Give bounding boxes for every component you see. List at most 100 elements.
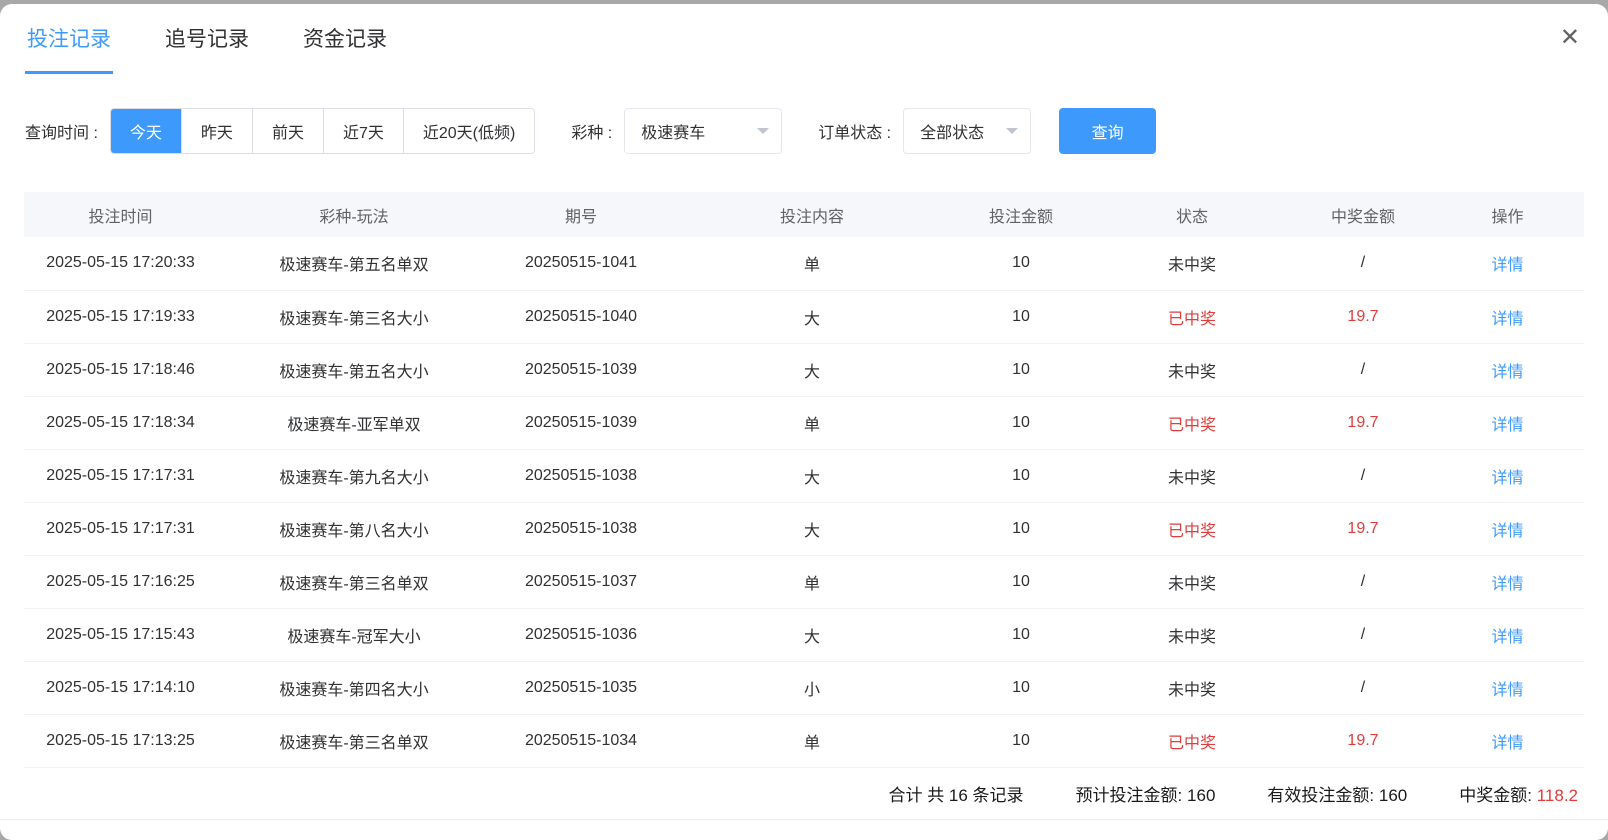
cell-game-play: 极速赛车-第三名大小 [217, 290, 491, 343]
details-link[interactable]: 详情 [1491, 735, 1523, 752]
time-filter-group: 今天 昨天 前天 近7天 近20天(低频) [110, 108, 535, 154]
col-header-actions: 操作 [1431, 192, 1584, 237]
close-icon[interactable]: ✕ [1560, 26, 1580, 50]
cell-issue: 20250515-1035 [491, 661, 671, 714]
order-status-select[interactable]: 全部状态 [903, 108, 1031, 154]
time-filter-label: 查询时间 : [25, 119, 98, 143]
cell-game-play: 极速赛车-第三名单双 [217, 555, 491, 608]
cell-status: 已中奖 [1089, 290, 1295, 343]
cell-content: 大 [671, 502, 953, 555]
details-link[interactable]: 详情 [1491, 523, 1523, 540]
col-header-game-play: 彩种-玩法 [217, 192, 491, 237]
time-option-last-20-days[interactable]: 近20天(低频) [403, 109, 534, 153]
cell-actions: 详情 [1431, 608, 1584, 661]
cell-issue: 20250515-1036 [491, 608, 671, 661]
cell-content: 小 [671, 661, 953, 714]
cell-prize: / [1295, 449, 1431, 502]
betting-records-modal: 投注记录 追号记录 资金记录 ✕ 查询时间 : 今天 昨天 前天 近7天 近20… [0, 4, 1608, 840]
cell-status: 已中奖 [1089, 502, 1295, 555]
tab-betting-records[interactable]: 投注记录 [25, 4, 113, 74]
cell-amount: 10 [953, 608, 1089, 661]
cell-content: 单 [671, 237, 953, 290]
details-link[interactable]: 详情 [1491, 417, 1523, 434]
summary-valid-label: 有效投注金额: [1267, 786, 1374, 805]
table-row: 2025-05-15 17:17:31 极速赛车-第八名大小 20250515-… [24, 502, 1584, 555]
tab-chase-records[interactable]: 追号记录 [163, 4, 251, 74]
table-row: 2025-05-15 17:19:33 极速赛车-第三名大小 20250515-… [24, 290, 1584, 343]
cell-game-play: 极速赛车-第五名单双 [217, 237, 491, 290]
order-status-select-label: 订单状态 : [818, 119, 891, 143]
details-link[interactable]: 详情 [1491, 682, 1523, 699]
tab-bar: 投注记录 追号记录 资金记录 ✕ [0, 4, 1608, 74]
table-header-row: 投注时间 彩种-玩法 期号 投注内容 投注金额 状态 中奖金额 操作 [24, 192, 1584, 237]
time-option-today[interactable]: 今天 [111, 109, 181, 153]
records-table: 投注时间 彩种-玩法 期号 投注内容 投注金额 状态 中奖金额 操作 2025-… [24, 192, 1584, 768]
cell-game-play: 极速赛车-亚军单双 [217, 396, 491, 449]
cell-game-play: 极速赛车-第三名单双 [217, 714, 491, 767]
cell-amount: 10 [953, 449, 1089, 502]
cell-actions: 详情 [1431, 714, 1584, 767]
cell-prize: / [1295, 237, 1431, 290]
lottery-select[interactable]: 极速赛车 [624, 108, 782, 154]
table-row: 2025-05-15 17:20:33 极速赛车-第五名单双 20250515-… [24, 237, 1584, 290]
cell-bet-time: 2025-05-15 17:18:46 [24, 343, 217, 396]
col-header-bet-time: 投注时间 [24, 192, 217, 237]
cell-amount: 10 [953, 502, 1089, 555]
search-button[interactable]: 查询 [1059, 108, 1156, 154]
cell-actions: 详情 [1431, 555, 1584, 608]
summary-valid-amount: 有效投注金额: 160 [1267, 781, 1407, 806]
details-link[interactable]: 详情 [1491, 311, 1523, 328]
filter-row: 查询时间 : 今天 昨天 前天 近7天 近20天(低频) 彩种 : 极速赛车 订… [25, 108, 1608, 154]
cell-status: 已中奖 [1089, 396, 1295, 449]
cell-issue: 20250515-1037 [491, 555, 671, 608]
cell-status: 未中奖 [1089, 237, 1295, 290]
cell-game-play: 极速赛车-第四名大小 [217, 661, 491, 714]
cell-prize: / [1295, 555, 1431, 608]
cell-content: 大 [671, 608, 953, 661]
summary-prize-value: 118.2 [1537, 786, 1578, 805]
cell-bet-time: 2025-05-15 17:15:43 [24, 608, 217, 661]
cell-amount: 10 [953, 661, 1089, 714]
details-link[interactable]: 详情 [1491, 576, 1523, 593]
cell-bet-time: 2025-05-15 17:20:33 [24, 237, 217, 290]
cell-actions: 详情 [1431, 449, 1584, 502]
cell-prize: / [1295, 608, 1431, 661]
cell-status: 未中奖 [1089, 555, 1295, 608]
table-body: 2025-05-15 17:20:33 极速赛车-第五名单双 20250515-… [24, 237, 1584, 767]
cell-bet-time: 2025-05-15 17:17:31 [24, 502, 217, 555]
lottery-select-value: 极速赛车 [641, 119, 705, 143]
cell-content: 单 [671, 396, 953, 449]
cell-issue: 20250515-1040 [491, 290, 671, 343]
cell-bet-time: 2025-05-15 17:14:10 [24, 661, 217, 714]
tab-fund-records[interactable]: 资金记录 [301, 4, 389, 74]
cell-status: 未中奖 [1089, 661, 1295, 714]
cell-issue: 20250515-1034 [491, 714, 671, 767]
order-status-select-value: 全部状态 [920, 119, 984, 143]
col-header-content: 投注内容 [671, 192, 953, 237]
cell-actions: 详情 [1431, 237, 1584, 290]
cell-prize: / [1295, 661, 1431, 714]
details-link[interactable]: 详情 [1491, 364, 1523, 381]
col-header-prize: 中奖金额 [1295, 192, 1431, 237]
cell-issue: 20250515-1038 [491, 449, 671, 502]
cell-status: 未中奖 [1089, 608, 1295, 661]
summary-expected-label: 预计投注金额: [1076, 786, 1183, 805]
cell-status: 未中奖 [1089, 449, 1295, 502]
summary-expected-value: 160 [1187, 786, 1215, 805]
details-link[interactable]: 详情 [1491, 257, 1523, 274]
cell-issue: 20250515-1039 [491, 343, 671, 396]
time-option-day-before[interactable]: 前天 [252, 109, 323, 153]
table-row: 2025-05-15 17:18:46 极速赛车-第五名大小 20250515-… [24, 343, 1584, 396]
details-link[interactable]: 详情 [1491, 629, 1523, 646]
time-option-yesterday[interactable]: 昨天 [181, 109, 252, 153]
summary-prize-label: 中奖金额: [1459, 786, 1532, 805]
summary-valid-value: 160 [1379, 786, 1407, 805]
cell-actions: 详情 [1431, 502, 1584, 555]
cell-prize: 19.7 [1295, 502, 1431, 555]
table-row: 2025-05-15 17:13:25 极速赛车-第三名单双 20250515-… [24, 714, 1584, 767]
cell-content: 大 [671, 343, 953, 396]
cell-content: 单 [671, 555, 953, 608]
time-option-last-7-days[interactable]: 近7天 [323, 109, 403, 153]
cell-bet-time: 2025-05-15 17:17:31 [24, 449, 217, 502]
details-link[interactable]: 详情 [1491, 470, 1523, 487]
